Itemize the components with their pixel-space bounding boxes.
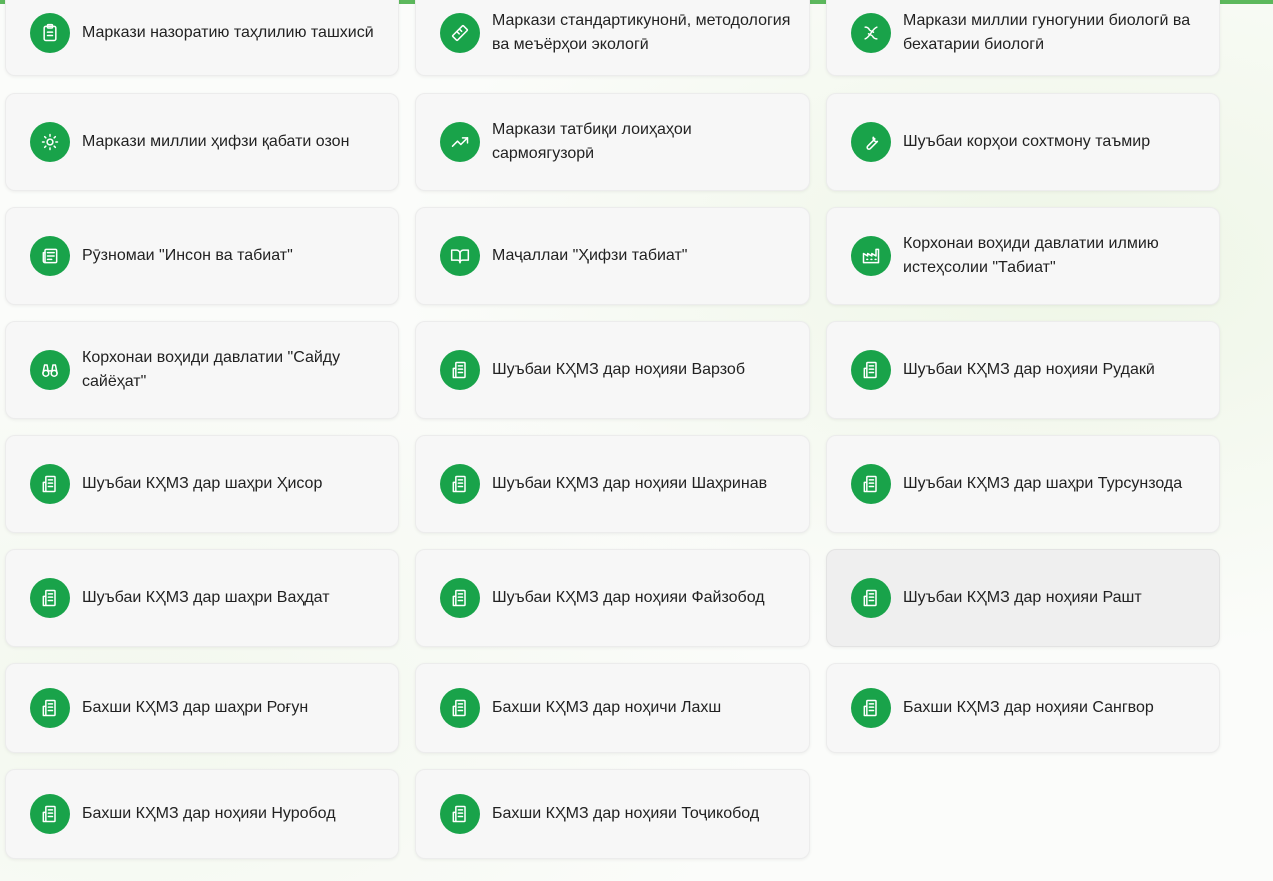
sun-icon (30, 122, 70, 162)
card-label: Маркази назоратию таҳлилию ташхисӣ (82, 24, 374, 41)
card-label: Шуъбаи КҲМЗ дар ноҳияи Рудакӣ (903, 361, 1155, 378)
card-label: Бахши КҲМЗ дар шаҳри Роғун (82, 699, 309, 716)
card-label: Шуъбаи КҲМЗ дар ноҳияи Файзобод (492, 589, 765, 606)
card-dept-fayzobod[interactable]: Шуъбаи КҲМЗ дар ноҳияи Файзобод (415, 549, 810, 647)
card-label: Шуъбаи КҲМЗ дар шаҳри Турсунзода (903, 475, 1183, 492)
card-biodiversity-center[interactable]: Маркази миллии гуногунии биологӣ ва беха… (826, 0, 1220, 76)
card-label: Бахши КҲМЗ дар ноҳияи Нуробод (82, 805, 336, 822)
card-label: Шуъбаи КҲМЗ дар ноҳияи Варзоб (492, 361, 745, 378)
card-ozone-center[interactable]: Маркази миллии ҳифзи қабати озон (5, 93, 399, 191)
card-magazine[interactable]: Маҷаллаи "Ҳифзи табиат" (415, 207, 810, 305)
card-section-nurobod[interactable]: Бахши КҲМЗ дар ноҳияи Нуробод (5, 769, 399, 859)
card-label: Корхонаи воҳиди давлатии "Сайду сайёҳат" (82, 349, 341, 390)
building-icon (440, 794, 480, 834)
card-label: Бахши КҲМЗ дар ноҳияи Сангвор (903, 699, 1154, 716)
card-section-sangvor[interactable]: Бахши КҲМЗ дар ноҳияи Сангвор (826, 663, 1220, 753)
card-dept-rasht[interactable]: Шуъбаи КҲМЗ дар ноҳияи Рашт (826, 549, 1220, 647)
newspaper-icon (30, 236, 70, 276)
card-dept-varzob[interactable]: Шуъбаи КҲМЗ дар ноҳияи Варзоб (415, 321, 810, 419)
card-dept-shahrinav[interactable]: Шуъбаи КҲМЗ дар ноҳияи Шаҳринав (415, 435, 810, 533)
card-label: Шуъбаи корҳои сохтмону таъмир (903, 133, 1151, 150)
card-investment-projects[interactable]: Маркази татбиқи лоиҳаҳои сармоягузорӣ (415, 93, 810, 191)
card-hunting-enterprise[interactable]: Корхонаи воҳиди давлатии "Сайду сайёҳат" (5, 321, 399, 419)
building-icon (851, 578, 891, 618)
card-label: Рӯзномаи "Инсон ва табиат" (82, 247, 293, 264)
card-label: Маркази стандартикунонӣ, методология ва … (492, 12, 791, 53)
dna-icon (851, 13, 891, 53)
card-construction-dept[interactable]: Шуъбаи корҳои сохтмону таъмир (826, 93, 1220, 191)
binoculars-icon (30, 350, 70, 390)
card-dept-vahdat[interactable]: Шуъбаи КҲМЗ дар шаҳри Ваҳдат (5, 549, 399, 647)
building-icon (851, 350, 891, 390)
factory-icon (851, 236, 891, 276)
card-standards-center[interactable]: Маркази стандартикунонӣ, методология ва … (415, 0, 810, 76)
card-label: Бахши КҲМЗ дар ноҳияи Тоҷикобод (492, 805, 760, 822)
book-open-icon (440, 236, 480, 276)
trending-up-icon (440, 122, 480, 162)
card-newspaper[interactable]: Рӯзномаи "Инсон ва табиат" (5, 207, 399, 305)
card-dept-hisor[interactable]: Шуъбаи КҲМЗ дар шаҳри Ҳисор (5, 435, 399, 533)
building-icon (851, 464, 891, 504)
card-section-tojikobod[interactable]: Бахши КҲМЗ дар ноҳияи Тоҷикобод (415, 769, 810, 859)
building-icon (30, 688, 70, 728)
building-icon (30, 464, 70, 504)
building-icon (30, 794, 70, 834)
card-label: Шуъбаи КҲМЗ дар ноҳияи Шаҳринав (492, 475, 768, 492)
card-label: Маркази миллии ҳифзи қабати озон (82, 133, 350, 150)
card-label: Корхонаи воҳиди давлатии илмию истеҳсоли… (903, 235, 1159, 276)
building-icon (440, 350, 480, 390)
clipboard-list-icon (30, 13, 70, 53)
building-icon (440, 688, 480, 728)
card-label: Маркази миллии гуногунии биологӣ ва беха… (903, 12, 1191, 53)
card-label: Шуъбаи КҲМЗ дар ноҳияи Рашт (903, 589, 1142, 606)
card-dept-tursunzoda[interactable]: Шуъбаи КҲМЗ дар шаҳри Турсунзода (826, 435, 1220, 533)
card-tabiat-enterprise[interactable]: Корхонаи воҳиди давлатии илмию истеҳсоли… (826, 207, 1220, 305)
card-label: Маҷаллаи "Ҳифзи табиат" (492, 247, 688, 264)
card-section-rogun[interactable]: Бахши КҲМЗ дар шаҳри Роғун (5, 663, 399, 753)
card-dept-rudaki[interactable]: Шуъбаи КҲМЗ дар ноҳияи Рудакӣ (826, 321, 1220, 419)
card-label: Маркази татбиқи лоиҳаҳои сармоягузорӣ (492, 121, 692, 162)
card-label: Шуъбаи КҲМЗ дар шаҳри Ваҳдат (82, 589, 330, 606)
card-analytic-center[interactable]: Маркази назоратию таҳлилию ташхисӣ (5, 0, 399, 76)
card-section-lakhsh[interactable]: Бахши КҲМЗ дар ноҳичи Лахш (415, 663, 810, 753)
building-icon (440, 464, 480, 504)
card-label: Шуъбаи КҲМЗ дар шаҳри Ҳисор (82, 475, 323, 492)
building-icon (851, 688, 891, 728)
wrench-icon (851, 122, 891, 162)
card-label: Бахши КҲМЗ дар ноҳичи Лахш (492, 699, 722, 716)
building-icon (30, 578, 70, 618)
building-icon (440, 578, 480, 618)
ruler-icon (440, 13, 480, 53)
